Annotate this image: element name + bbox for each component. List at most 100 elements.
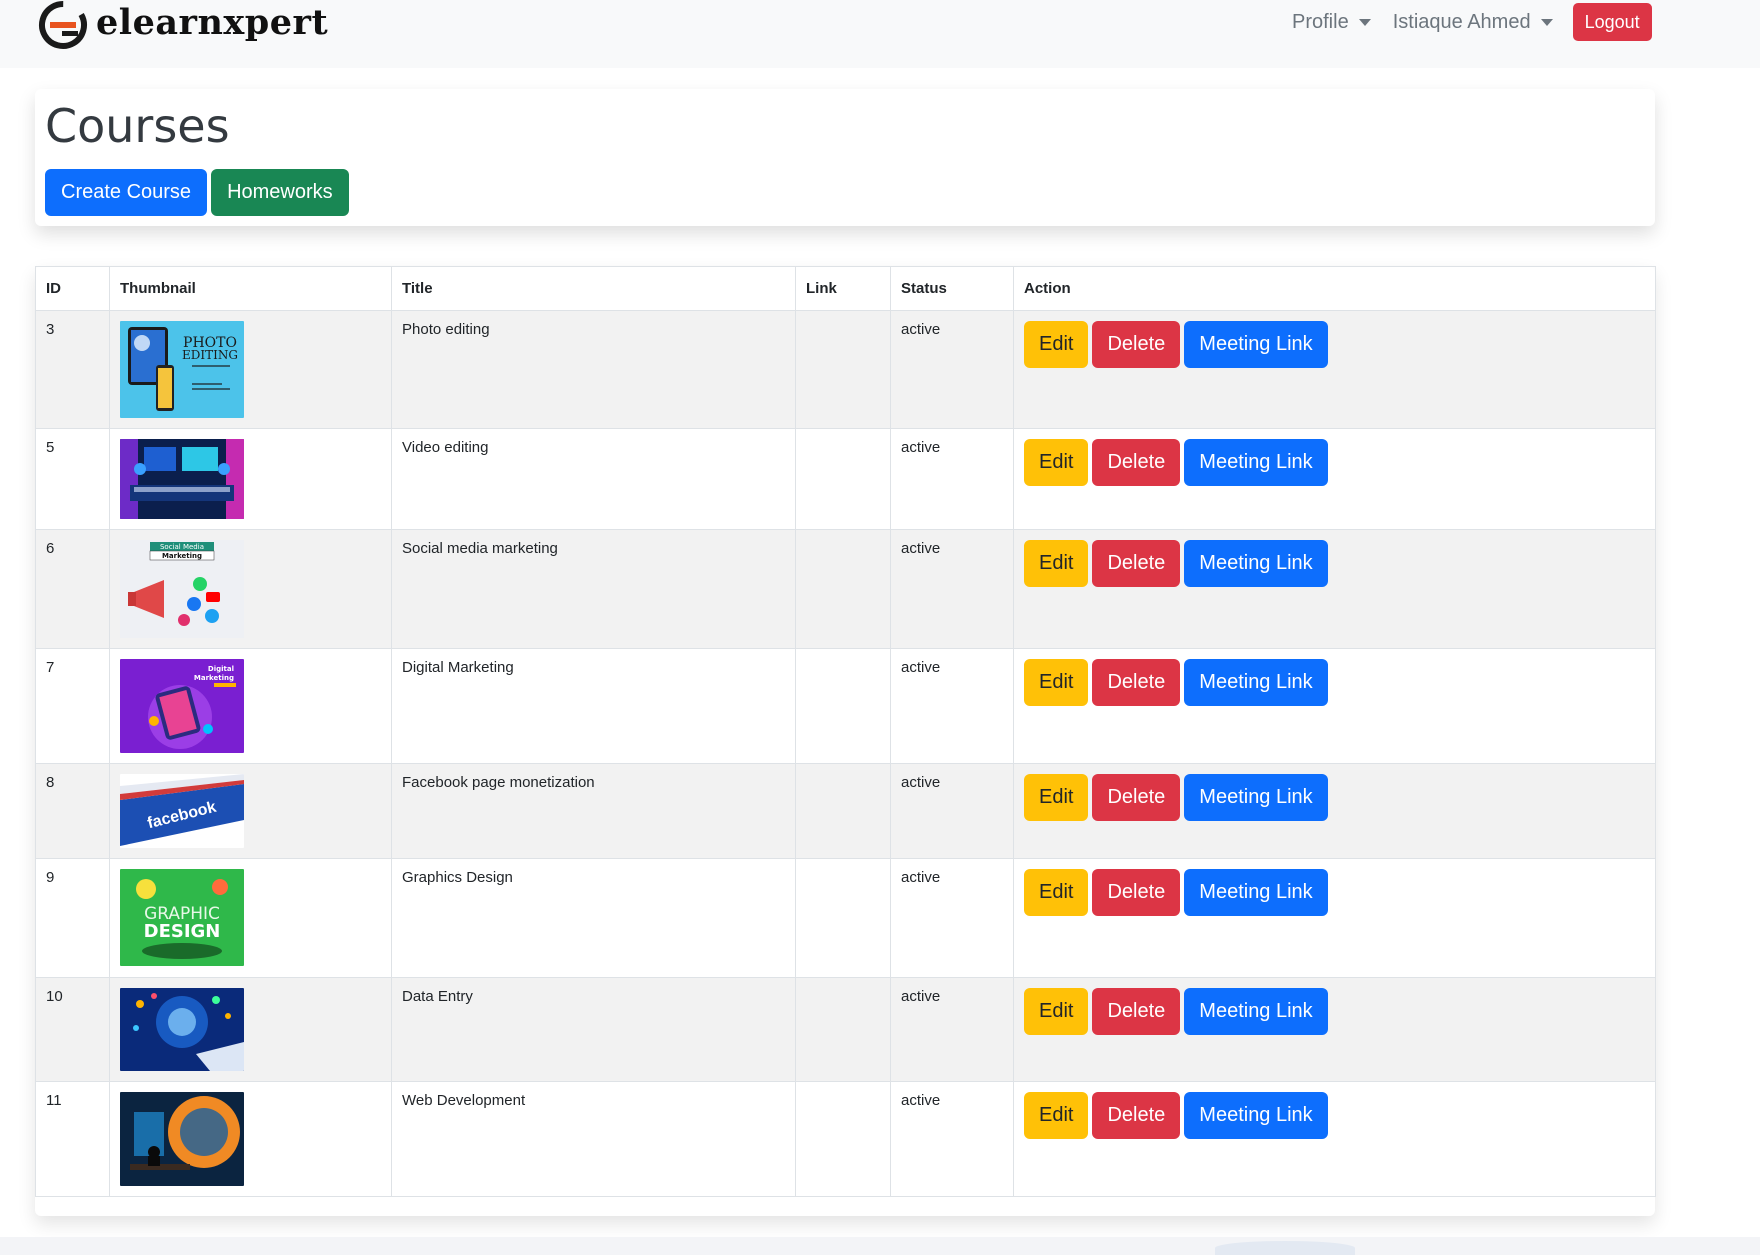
row-id: 8 <box>35 763 110 859</box>
meeting-link-button[interactable]: Meeting Link <box>1184 439 1328 486</box>
row-title: Social media marketing <box>391 529 796 649</box>
column-header-title[interactable]: Title <box>391 266 796 311</box>
row-id: 5 <box>35 428 110 530</box>
thumb-text: Digital <box>208 665 234 673</box>
edit-button[interactable]: Edit <box>1024 1092 1089 1139</box>
row-link <box>795 648 891 764</box>
table-row: 8 facebook Facebook page monetization ac… <box>35 763 1656 859</box>
row-actions: Edit Delete Meeting Link <box>1013 1081 1656 1197</box>
row-title: Graphics Design <box>391 858 796 978</box>
delete-button[interactable]: Delete <box>1092 774 1181 821</box>
row-link <box>795 1081 891 1197</box>
meeting-link-button[interactable]: Meeting Link <box>1184 988 1328 1035</box>
row-link <box>795 763 891 859</box>
delete-button[interactable]: Delete <box>1092 439 1181 486</box>
social-media-marketing-thumbnail[interactable]: Social Media Marketing <box>120 540 244 638</box>
homeworks-button[interactable]: Homeworks <box>211 169 349 216</box>
delete-button[interactable]: Delete <box>1092 988 1181 1035</box>
row-actions: Edit Delete Meeting Link <box>1013 977 1656 1082</box>
column-header-link[interactable]: Link <box>795 266 891 311</box>
brand[interactable]: elearnxpert <box>36 0 328 50</box>
create-course-button[interactable]: Create Course <box>45 169 208 216</box>
row-status: active <box>890 858 1014 978</box>
row-actions: Edit Delete Meeting Link <box>1013 529 1656 649</box>
column-header-id[interactable]: ID <box>35 266 110 311</box>
header-actions: Create Course Homeworks <box>45 169 349 216</box>
row-actions: Edit Delete Meeting Link <box>1013 428 1656 530</box>
row-link <box>795 977 891 1082</box>
caret-down-icon <box>1540 18 1553 26</box>
table-row: 5 Video editing active Edit Delete Meeti… <box>35 428 1656 530</box>
edit-button[interactable]: Edit <box>1024 869 1089 916</box>
row-thumbnail-cell <box>109 1081 392 1197</box>
row-status: active <box>890 977 1014 1082</box>
table-row: 9 GRAPHIC DESIGN Graphics Design active <box>35 858 1656 978</box>
row-title: Facebook page monetization <box>391 763 796 859</box>
user-dropdown[interactable]: Istiaque Ahmed <box>1393 11 1553 34</box>
edit-button[interactable]: Edit <box>1024 540 1089 587</box>
footer-strip <box>0 1237 1760 1255</box>
edit-button[interactable]: Edit <box>1024 439 1089 486</box>
web-development-thumbnail[interactable] <box>120 1092 244 1186</box>
row-thumbnail-cell: facebook <box>109 763 392 859</box>
meeting-link-button[interactable]: Meeting Link <box>1184 774 1328 821</box>
table-row: 6 Social Media Marketing Social media ma… <box>35 529 1656 649</box>
meeting-link-button[interactable]: Meeting Link <box>1184 869 1328 916</box>
table-row: 11 Web Development active Edit Delete Me… <box>35 1081 1656 1197</box>
column-header-thumbnail[interactable]: Thumbnail <box>109 266 392 311</box>
column-header-status[interactable]: Status <box>890 266 1014 311</box>
digital-marketing-thumbnail[interactable]: Digital Marketing <box>120 659 244 753</box>
page-title: Courses <box>45 99 230 153</box>
delete-button[interactable]: Delete <box>1092 321 1181 368</box>
row-id: 11 <box>35 1081 110 1197</box>
navbar: elearnxpert Profile Istiaque Ahmed Logou… <box>0 0 1760 68</box>
delete-button[interactable]: Delete <box>1092 869 1181 916</box>
row-id: 6 <box>35 529 110 649</box>
thumb-text: EDITING <box>182 348 238 362</box>
meeting-link-button[interactable]: Meeting Link <box>1184 1092 1328 1139</box>
thumb-text: Marketing <box>162 552 202 560</box>
table-row: 7 Digital Marketing Digital Marketing ac… <box>35 648 1656 764</box>
delete-button[interactable]: Delete <box>1092 659 1181 706</box>
facebook-thumbnail[interactable]: facebook <box>120 774 244 848</box>
edit-button[interactable]: Edit <box>1024 988 1089 1035</box>
row-link <box>795 858 891 978</box>
table-header: ID Thumbnail Title Link Status Action <box>35 266 1656 311</box>
data-entry-thumbnail[interactable] <box>120 988 244 1071</box>
delete-button[interactable]: Delete <box>1092 1092 1181 1139</box>
edit-button[interactable]: Edit <box>1024 321 1089 368</box>
logout-button[interactable]: Logout <box>1572 3 1652 41</box>
edit-button[interactable]: Edit <box>1024 659 1089 706</box>
row-link <box>795 529 891 649</box>
thumb-text: Social Media <box>160 543 204 551</box>
graphic-design-thumbnail[interactable]: GRAPHIC DESIGN <box>120 869 244 966</box>
profile-dropdown[interactable]: Profile <box>1292 11 1371 34</box>
meeting-link-button[interactable]: Meeting Link <box>1184 659 1328 706</box>
meeting-link-button[interactable]: Meeting Link <box>1184 540 1328 587</box>
meeting-link-button[interactable]: Meeting Link <box>1184 321 1328 368</box>
column-header-action[interactable]: Action <box>1013 266 1656 311</box>
courses-table: ID Thumbnail Title Link Status Action 3 <box>35 266 1656 1197</box>
profile-dropdown-label: Profile <box>1292 10 1349 33</box>
edit-button[interactable]: Edit <box>1024 774 1089 821</box>
row-thumbnail-cell: Social Media Marketing <box>109 529 392 649</box>
table-row: 10 Data Entry active Edit Delete Meeting… <box>35 977 1656 1082</box>
brand-logo-icon <box>39 1 87 49</box>
row-title: Data Entry <box>391 977 796 1082</box>
row-actions: Edit Delete Meeting Link <box>1013 763 1656 859</box>
row-thumbnail-cell <box>109 977 392 1082</box>
row-thumbnail-cell: Digital Marketing <box>109 648 392 764</box>
caret-down-icon <box>1358 18 1371 26</box>
thumb-text: Marketing <box>194 674 234 682</box>
video-editing-thumbnail[interactable] <box>120 439 244 519</box>
table-body: 3 PHOTO EDITING Photo editing active Edi… <box>35 310 1656 1197</box>
footer-decoration <box>1215 1241 1355 1255</box>
table-row: 3 PHOTO EDITING Photo editing active Edi… <box>35 310 1656 429</box>
row-id: 3 <box>35 310 110 429</box>
delete-button[interactable]: Delete <box>1092 540 1181 587</box>
row-title: Video editing <box>391 428 796 530</box>
row-title: Web Development <box>391 1081 796 1197</box>
row-status: active <box>890 763 1014 859</box>
photo-editing-thumbnail[interactable]: PHOTO EDITING <box>120 321 244 418</box>
row-actions: Edit Delete Meeting Link <box>1013 858 1656 978</box>
